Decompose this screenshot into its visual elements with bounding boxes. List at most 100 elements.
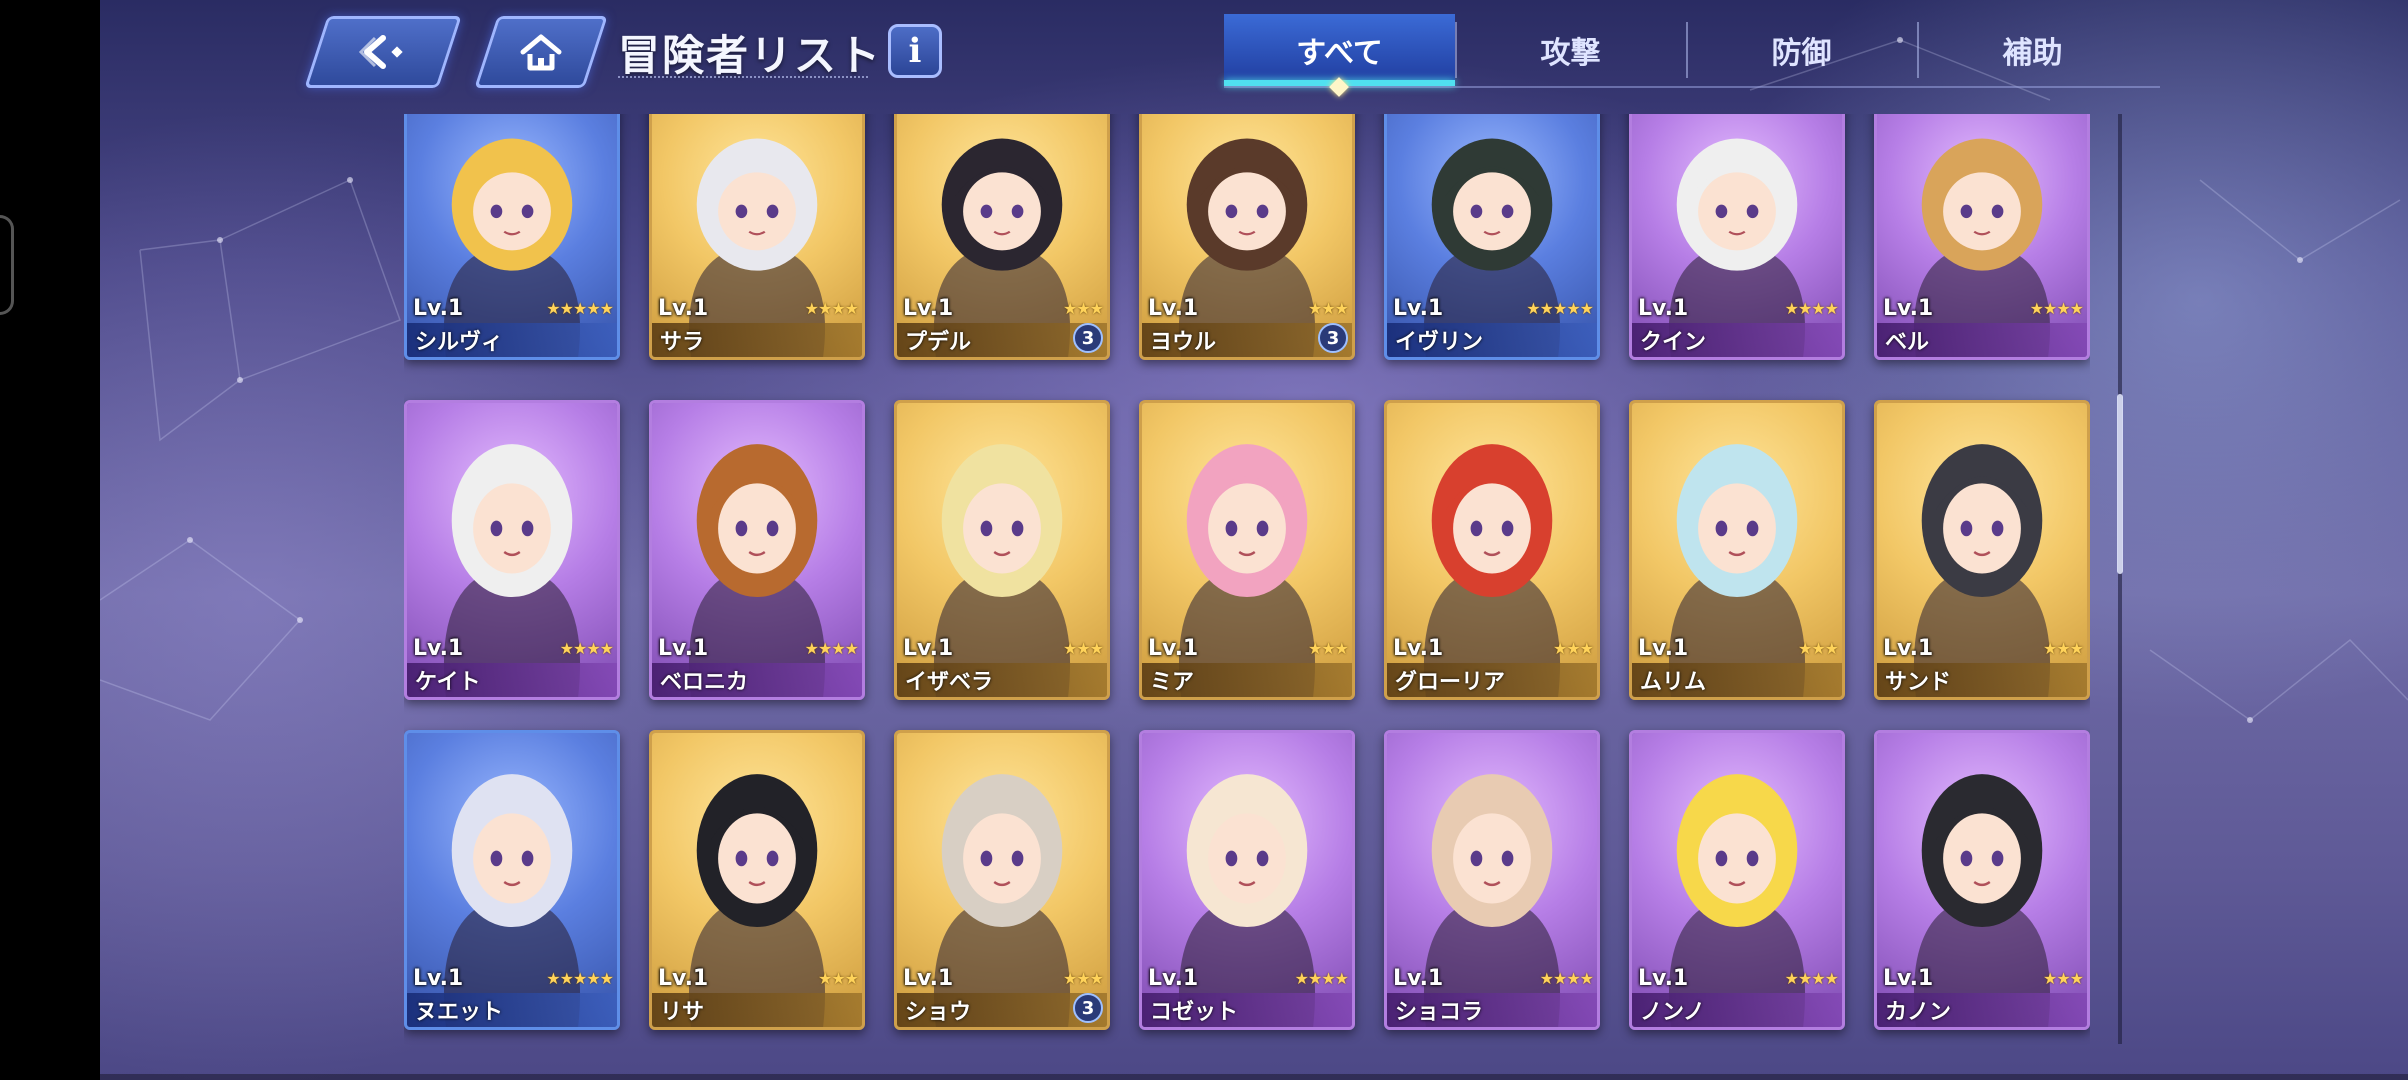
name-bar: グローリア <box>1387 663 1597 697</box>
level-label: Lv.1 <box>413 966 464 991</box>
tab-all[interactable]: すべて <box>1224 14 1455 97</box>
adventurer-card[interactable]: Lv.1 ★★★ サンド <box>1874 400 2090 700</box>
character-name: ノンノ <box>1640 1000 1705 1025</box>
header: 冒険者リスト i すべて 攻撃 防御 補助 <box>300 14 2160 97</box>
name-bar: シルヴィ <box>407 323 617 357</box>
tab-label: 攻撃 <box>1540 36 1601 71</box>
name-bar: ショコラ <box>1387 993 1597 1027</box>
star-rating: ★★★★ <box>804 639 859 658</box>
adventurer-card[interactable]: Lv.1 ★★★★ ケイト <box>404 400 620 700</box>
adventurer-card[interactable]: Lv.1 ★★★★ ノンノ <box>1629 730 1845 1030</box>
star-rating: ★★★ <box>1552 639 1594 658</box>
name-bar: ベロニカ <box>652 663 862 697</box>
star-rating: ★★★★ <box>1784 299 1839 318</box>
home-icon <box>520 34 562 71</box>
awakening-badge: 3 <box>1318 323 1348 353</box>
name-bar: サラ <box>652 323 862 357</box>
name-bar: ミア <box>1142 663 1352 697</box>
character-name: ケイト <box>415 670 481 695</box>
adventurer-card[interactable]: Lv.1 ★★★★ ショコラ <box>1384 730 1600 1030</box>
tab-label: 防御 <box>1771 36 1832 71</box>
back-button[interactable] <box>304 16 462 88</box>
level-label: Lv.1 <box>658 966 709 991</box>
level-label: Lv.1 <box>1883 966 1934 991</box>
name-bar: ケイト <box>407 663 617 697</box>
character-name: ショコラ <box>1395 1000 1484 1025</box>
character-name: グローリア <box>1395 670 1506 695</box>
star-rating: ★★★ <box>1307 299 1349 318</box>
level-label: Lv.1 <box>903 636 954 661</box>
tab-attack[interactable]: 攻撃 <box>1455 14 1686 86</box>
name-bar: カノン <box>1877 993 2087 1027</box>
name-bar: イザベラ <box>897 663 1107 697</box>
level-label: Lv.1 <box>903 296 954 321</box>
name-bar: ヌエット <box>407 993 617 1027</box>
page-title: 冒険者リスト <box>618 31 883 80</box>
level-label: Lv.1 <box>1393 636 1444 661</box>
character-name: ベル <box>1885 330 1930 355</box>
character-name: プデル <box>905 330 972 355</box>
adventurer-card[interactable]: Lv.1 ★★★ グローリア <box>1384 400 1600 700</box>
level-label: Lv.1 <box>1148 296 1199 321</box>
adventurer-card[interactable]: Lv.1 ★★★ リサ <box>649 730 865 1030</box>
character-name: ヌエット <box>415 1000 504 1025</box>
star-rating: ★★★ <box>1062 969 1104 988</box>
awakening-badge: 3 <box>1073 323 1103 353</box>
character-name: カノン <box>1885 1000 1952 1025</box>
level-label: Lv.1 <box>1638 966 1689 991</box>
adventurer-card[interactable]: Lv.1 ★★★ ミア <box>1139 400 1355 700</box>
scrollbar-thumb[interactable] <box>2117 394 2123 574</box>
adventurer-card[interactable]: Lv.1 ★★★★★ イヴリン <box>1384 114 1600 360</box>
character-name: シルヴィ <box>415 330 504 355</box>
tab-defense[interactable]: 防御 <box>1686 14 1917 86</box>
tabs-divider <box>1224 86 2160 88</box>
tab-label: 補助 <box>2002 36 2063 71</box>
filter-tabs: すべて 攻撃 防御 補助 <box>1224 14 2160 97</box>
level-label: Lv.1 <box>1883 636 1934 661</box>
star-rating: ★★★★ <box>2029 299 2084 318</box>
adventurer-card[interactable]: Lv.1 ★★★★ クイン <box>1629 114 1845 360</box>
adventurer-card[interactable]: Lv.1 ★★★ カノン <box>1874 730 2090 1030</box>
info-icon: i <box>908 31 922 71</box>
level-label: Lv.1 <box>658 296 709 321</box>
adventurer-card[interactable]: Lv.1 ★★★ ムリム <box>1629 400 1845 700</box>
star-rating: ★★★★ <box>559 639 614 658</box>
title-underline <box>618 76 868 78</box>
adventurer-card[interactable]: Lv.1 ★★★★ コゼット <box>1139 730 1355 1030</box>
character-name: ヨウル <box>1150 330 1217 355</box>
info-button[interactable]: i <box>888 24 942 78</box>
adventurer-grid: Lv.1 ★★★★★ シルヴィ Lv.1 ★★★★ サラ Lv.1 ★★★ プデル 3 Lv.1 ★★… <box>404 114 2090 1054</box>
level-label: Lv.1 <box>658 636 709 661</box>
adventurer-card[interactable]: Lv.1 ★★★★★ ヌエット <box>404 730 620 1030</box>
star-rating: ★★★ <box>817 969 859 988</box>
screen: 冒険者リスト i すべて 攻撃 防御 補助 Lv.1 ★★★★★ シルヴィ Lv.1 ★… <box>0 0 2408 1080</box>
adventurer-card[interactable]: Lv.1 ★★★★ サラ <box>649 114 865 360</box>
adventurer-card[interactable]: Lv.1 ★★★ ヨウル 3 <box>1139 114 1355 360</box>
tab-support[interactable]: 補助 <box>1917 14 2148 86</box>
character-name: ミア <box>1150 670 1195 695</box>
name-bar: ノンノ <box>1632 993 1842 1027</box>
name-bar: ムリム <box>1632 663 1842 697</box>
adventurer-card[interactable]: Lv.1 ★★★ イザベラ <box>894 400 1110 700</box>
left-black-bar <box>0 0 100 1080</box>
bottom-edge <box>100 1074 2408 1080</box>
adventurer-card[interactable]: Lv.1 ★★★★★ シルヴィ <box>404 114 620 360</box>
active-tab-indicator <box>1329 77 1349 97</box>
level-label: Lv.1 <box>903 966 954 991</box>
character-name: ムリム <box>1640 670 1707 695</box>
adventurer-card[interactable]: Lv.1 ★★★ ショウ 3 <box>894 730 1110 1030</box>
home-button[interactable] <box>474 16 608 88</box>
star-rating: ★★★★★ <box>546 299 614 318</box>
character-name: ショウ <box>905 1000 972 1025</box>
star-rating: ★★★★★ <box>546 969 614 988</box>
name-bar: リサ <box>652 993 862 1027</box>
adventurer-card[interactable]: Lv.1 ★★★★ ベル <box>1874 114 2090 360</box>
level-label: Lv.1 <box>1148 966 1199 991</box>
scrollbar[interactable] <box>2117 114 2123 1044</box>
level-label: Lv.1 <box>1883 296 1934 321</box>
character-name: イザベラ <box>905 670 994 695</box>
adventurer-card[interactable]: Lv.1 ★★★★ ベロニカ <box>649 400 865 700</box>
name-bar: サンド <box>1877 663 2087 697</box>
adventurer-card[interactable]: Lv.1 ★★★ プデル 3 <box>894 114 1110 360</box>
character-name: リサ <box>660 1000 705 1025</box>
